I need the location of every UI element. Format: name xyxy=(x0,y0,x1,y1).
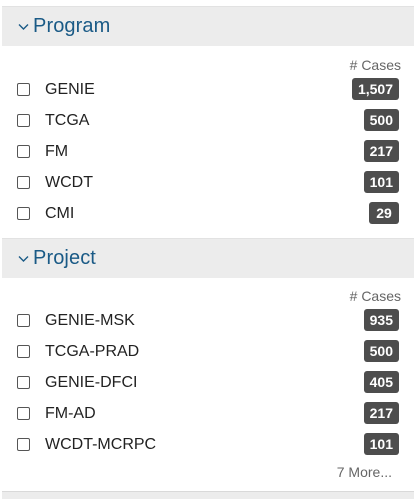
facet-row-wcdt[interactable]: WCDT 101 xyxy=(2,167,414,198)
facet-row-cmi[interactable]: CMI 29 xyxy=(2,198,414,229)
next-facet-header-edge xyxy=(2,492,414,499)
cases-column-header: # Cases xyxy=(349,288,401,304)
count-badge: 500 xyxy=(363,109,399,131)
count-badge: 29 xyxy=(369,202,399,224)
project-list: GENIE-MSK 935 TCGA-PRAD 500 GENIE-DFCI 4… xyxy=(2,305,414,460)
facet-row-genie-msk[interactable]: GENIE-MSK 935 xyxy=(2,305,414,336)
project-facet-title[interactable]: Project xyxy=(33,247,96,270)
count-badge: 217 xyxy=(363,140,399,162)
chevron-down-icon[interactable] xyxy=(16,252,30,266)
count-badge: 500 xyxy=(363,340,399,362)
facet-row-genie[interactable]: GENIE 1,507 xyxy=(2,74,414,105)
facet-row-fm-ad[interactable]: FM-AD 217 xyxy=(2,398,414,429)
checkbox[interactable] xyxy=(17,345,30,358)
cases-column-header: # Cases xyxy=(349,57,401,73)
facet-row-label[interactable]: WCDT-MCRPC xyxy=(45,435,156,455)
facet-row-fm[interactable]: FM 217 xyxy=(2,136,414,167)
program-facet-header[interactable]: Program xyxy=(2,6,414,46)
project-facet: Project # Cases GENIE-MSK 935 TCGA-PRAD … xyxy=(2,238,414,492)
checkbox[interactable] xyxy=(17,376,30,389)
program-facet-title[interactable]: Program xyxy=(33,15,110,38)
checkbox[interactable] xyxy=(17,207,30,220)
facet-row-genie-dfci[interactable]: GENIE-DFCI 405 xyxy=(2,367,414,398)
checkbox[interactable] xyxy=(17,314,30,327)
facet-row-label[interactable]: GENIE-MSK xyxy=(45,311,135,331)
facet-row-label[interactable]: TCGA-PRAD xyxy=(45,342,139,362)
facet-row-label[interactable]: FM-AD xyxy=(45,404,96,424)
count-badge: 101 xyxy=(363,433,399,455)
project-facet-header[interactable]: Project xyxy=(2,238,414,278)
checkbox[interactable] xyxy=(17,114,30,127)
facet-row-label[interactable]: FM xyxy=(45,142,68,162)
show-more-link[interactable]: 7 More... xyxy=(337,464,392,480)
checkbox[interactable] xyxy=(17,438,30,451)
checkbox[interactable] xyxy=(17,176,30,189)
program-list: GENIE 1,507 TCGA 500 FM 217 WCDT 101 CMI… xyxy=(2,74,414,229)
facet-row-label[interactable]: WCDT xyxy=(45,173,93,193)
facet-row-tcga-prad[interactable]: TCGA-PRAD 500 xyxy=(2,336,414,367)
chevron-down-icon[interactable] xyxy=(16,20,30,34)
count-badge: 101 xyxy=(363,171,399,193)
program-facet: Program # Cases GENIE 1,507 TCGA 500 FM … xyxy=(2,6,414,237)
count-badge: 935 xyxy=(363,309,399,331)
facet-row-label[interactable]: GENIE-DFCI xyxy=(45,373,137,393)
checkbox[interactable] xyxy=(17,407,30,420)
facet-row-label[interactable]: TCGA xyxy=(45,111,89,131)
facet-row-wcdt-mcrpc[interactable]: WCDT-MCRPC 101 xyxy=(2,429,414,460)
count-badge: 217 xyxy=(363,402,399,424)
facet-row-tcga[interactable]: TCGA 500 xyxy=(2,105,414,136)
count-badge: 405 xyxy=(363,371,399,393)
facet-row-label[interactable]: GENIE xyxy=(45,80,95,100)
count-badge: 1,507 xyxy=(351,78,399,100)
facet-row-label[interactable]: CMI xyxy=(45,204,74,224)
checkbox[interactable] xyxy=(17,145,30,158)
checkbox[interactable] xyxy=(17,83,30,96)
